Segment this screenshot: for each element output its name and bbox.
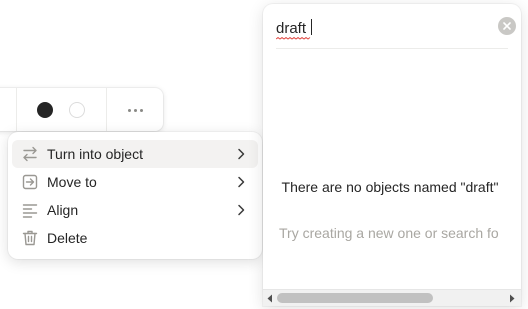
chevron-right-icon	[238, 148, 245, 160]
object-toolbar	[0, 88, 163, 131]
toolbar-divider	[16, 88, 17, 131]
chevron-right-icon	[238, 176, 245, 188]
text-caret	[311, 19, 312, 35]
menu-item-label: Turn into object	[47, 146, 143, 162]
clear-search-button[interactable]	[498, 17, 516, 35]
swap-arrows-icon	[23, 146, 37, 162]
align-left-icon	[22, 204, 38, 218]
menu-item-label: Move to	[47, 174, 97, 190]
search-bar	[276, 12, 516, 49]
trash-icon	[22, 230, 38, 246]
empty-state-title: There are no objects named "draft"	[281, 179, 499, 195]
horizontal-scrollbar[interactable]	[263, 289, 521, 306]
spellcheck-underline	[276, 37, 311, 40]
menu-item-label: Align	[47, 202, 79, 218]
menu-item-move-to[interactable]: Move to	[12, 168, 258, 196]
object-search-panel: There are no objects named "draft" Try c…	[263, 4, 521, 306]
canvas: Turn into object Move to Align Delete dr…	[0, 0, 528, 309]
move-to-icon	[22, 174, 38, 190]
empty-state-hint: Try creating a new one or search fo	[279, 225, 499, 241]
color-swatch-white[interactable]	[69, 102, 85, 118]
menu-item-turn-into-object[interactable]: Turn into object	[12, 140, 258, 168]
clear-circle-icon	[503, 22, 511, 30]
color-swatch-black[interactable]	[37, 102, 53, 118]
more-horizontal-icon	[127, 108, 131, 112]
scrollbar-thumb[interactable]	[277, 293, 433, 303]
scroll-left-arrow-icon[interactable]	[266, 294, 274, 303]
context-menu: Turn into object Move to Align Delete	[8, 132, 262, 259]
chevron-right-icon	[238, 204, 245, 216]
toolbar-divider	[106, 88, 107, 131]
menu-item-align[interactable]: Align	[12, 196, 258, 224]
menu-item-label: Delete	[47, 230, 88, 246]
menu-item-delete[interactable]: Delete	[12, 224, 258, 252]
scroll-right-arrow-icon[interactable]	[508, 294, 516, 303]
more-options-button[interactable]	[122, 102, 148, 118]
